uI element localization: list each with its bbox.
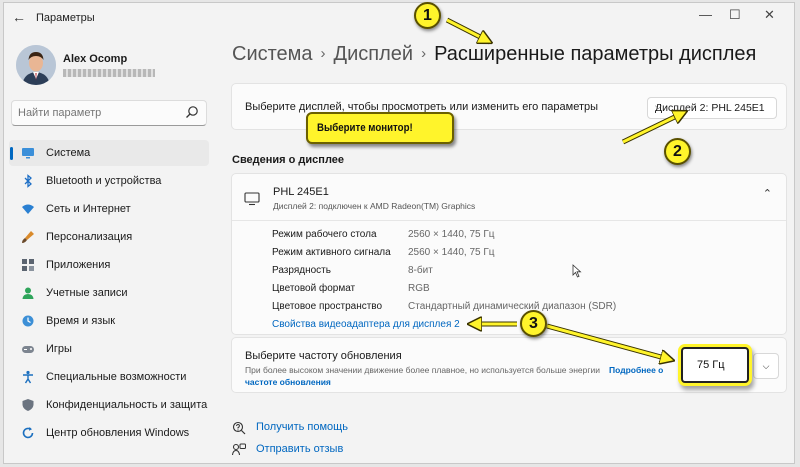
sidebar-item-label: Учетные записи <box>46 287 128 299</box>
user-email-redacted <box>63 69 155 77</box>
get-help-link[interactable]: Получить помощь <box>256 421 348 433</box>
sidebar-item-label: Система <box>46 147 91 159</box>
refresh-rate-dropdown[interactable]: 75 Гц <box>681 347 749 383</box>
shield-icon <box>22 399 34 411</box>
sidebar-item-personalization[interactable]: Персонализация <box>9 224 209 250</box>
bluetooth-icon <box>24 174 32 188</box>
property-value: Стандартный динамический диапазон (SDR) <box>408 301 617 312</box>
sidebar-item-label: Игры <box>46 343 72 355</box>
property-label: Цветовой формат <box>272 283 356 294</box>
send-feedback-link[interactable]: Отправить отзыв <box>256 443 343 455</box>
wifi-icon <box>22 204 34 214</box>
chevron-down-icon: ⌵ <box>655 101 662 111</box>
search-icon <box>186 106 198 118</box>
avatar[interactable] <box>16 45 56 85</box>
update-icon <box>22 427 34 439</box>
page-title: Расширенные параметры дисплея <box>434 43 757 65</box>
sidebar: Alex Ocomp Система Bluetooth и устройств… <box>4 33 219 463</box>
sidebar-item-accessibility[interactable]: Специальные возможности <box>9 364 209 390</box>
display-select-dropdown[interactable]: Дисплей 2: PHL 245E1 ⌵ <box>647 97 777 119</box>
sidebar-item-label: Время и язык <box>46 315 116 327</box>
breadcrumb: Система › Дисплей › Расширенные параметры ди… <box>232 43 756 66</box>
minimize-button[interactable]: — <box>699 7 712 22</box>
breadcrumb-system[interactable]: Система <box>232 43 313 65</box>
mouse-cursor-icon <box>572 264 582 278</box>
title-bar: ← Параметры — ☐ ✕ <box>4 3 794 33</box>
divider <box>232 220 786 221</box>
monitor-name: PHL 245E1 <box>273 186 329 198</box>
gamepad-icon <box>22 346 34 353</box>
step-2-badge: 2 <box>664 138 691 165</box>
sidebar-item-label: Персонализация <box>46 231 133 243</box>
refresh-rate-description: При более высоком значении движение боле… <box>245 365 600 375</box>
sidebar-item-label: Центр обновления Windows <box>46 427 190 439</box>
person-icon <box>22 287 34 299</box>
sidebar-item-gaming[interactable]: Игры <box>9 336 209 362</box>
section-title: Сведения о дисплее <box>232 154 345 166</box>
sidebar-item-bluetooth[interactable]: Bluetooth и устройства <box>9 168 209 194</box>
help-icon <box>232 421 246 435</box>
sidebar-item-label: Bluetooth и устройства <box>46 175 162 187</box>
close-button[interactable]: ✕ <box>764 7 775 23</box>
globe-clock-icon <box>22 315 34 327</box>
sidebar-item-label: Конфиденциальность и защита <box>46 399 208 411</box>
annotation-callout-text: Выберите монитор! <box>317 122 413 134</box>
accessibility-icon <box>23 370 33 384</box>
search-input[interactable] <box>18 105 178 121</box>
user-name: Alex Ocomp <box>63 53 128 65</box>
monitor-icon <box>244 192 260 206</box>
refresh-rate-dropdown-chevron[interactable]: ⌵ <box>753 353 779 379</box>
adapter-properties-link[interactable]: Свойства видеоадаптера для дисплея 2 <box>272 319 460 330</box>
back-arrow-icon[interactable]: ← <box>12 9 26 25</box>
step-3-badge: 3 <box>520 310 547 337</box>
sidebar-item-network[interactable]: Сеть и Интернет <box>9 196 209 222</box>
sidebar-item-system[interactable]: Система <box>9 140 209 166</box>
main-content: Система › Дисплей › Расширенные параметры ди… <box>219 33 794 463</box>
property-value: 2560 × 1440, 75 Гц <box>408 247 495 258</box>
refresh-rate-title: Выберите частоту обновления <box>245 350 402 362</box>
sidebar-item-accounts[interactable]: Учетные записи <box>9 280 209 306</box>
property-label: Разрядность <box>272 265 331 276</box>
app-title: Параметры <box>36 12 95 24</box>
breadcrumb-separator: › <box>421 45 427 62</box>
annotation-callout: Выберите монитор! <box>306 112 454 144</box>
property-label: Режим рабочего стола <box>272 229 377 240</box>
sidebar-item-privacy[interactable]: Конфиденциальность и защита <box>9 392 209 418</box>
search-box[interactable] <box>11 100 207 126</box>
refresh-rate-value: 75 Гц <box>697 359 725 371</box>
breadcrumb-display[interactable]: Дисплей <box>334 43 414 65</box>
sidebar-item-label: Специальные возможности <box>46 371 187 383</box>
refresh-rate-more-link[interactable]: Подробнее о <box>609 365 663 375</box>
chevron-down-icon: ⌵ <box>762 361 770 371</box>
active-indicator <box>10 147 13 160</box>
breadcrumb-separator: › <box>320 45 326 62</box>
chevron-up-icon[interactable]: ⌃ <box>763 187 772 200</box>
property-value: 8-бит <box>408 265 433 276</box>
refresh-rate-link[interactable]: частоте обновления <box>245 377 331 387</box>
feedback-icon <box>232 443 246 456</box>
settings-window: ← Параметры — ☐ ✕ Alex Ocomp Система <box>3 2 795 464</box>
display-info-card: PHL 245E1 Дисплей 2: подключен к AMD Rad… <box>231 173 787 335</box>
property-label: Режим активного сигнала <box>272 247 391 258</box>
apps-icon <box>22 259 34 271</box>
sidebar-item-apps[interactable]: Приложения <box>9 252 209 278</box>
maximize-button[interactable]: ☐ <box>729 7 741 23</box>
sidebar-item-label: Сеть и Интернет <box>46 203 131 215</box>
property-value: RGB <box>408 283 430 294</box>
monitor-connection: Дисплей 2: подключен к AMD Radeon(TM) Gr… <box>273 201 476 211</box>
step-1-badge: 1 <box>414 2 441 29</box>
brush-icon <box>22 231 34 243</box>
sidebar-item-windows-update[interactable]: Центр обновления Windows <box>9 420 209 446</box>
sidebar-item-time-language[interactable]: Время и язык <box>9 308 209 334</box>
sidebar-item-label: Приложения <box>46 259 111 271</box>
property-value: 2560 × 1440, 75 Гц <box>408 229 495 240</box>
monitor-icon <box>22 148 34 159</box>
property-label: Цветовое пространство <box>272 301 383 312</box>
